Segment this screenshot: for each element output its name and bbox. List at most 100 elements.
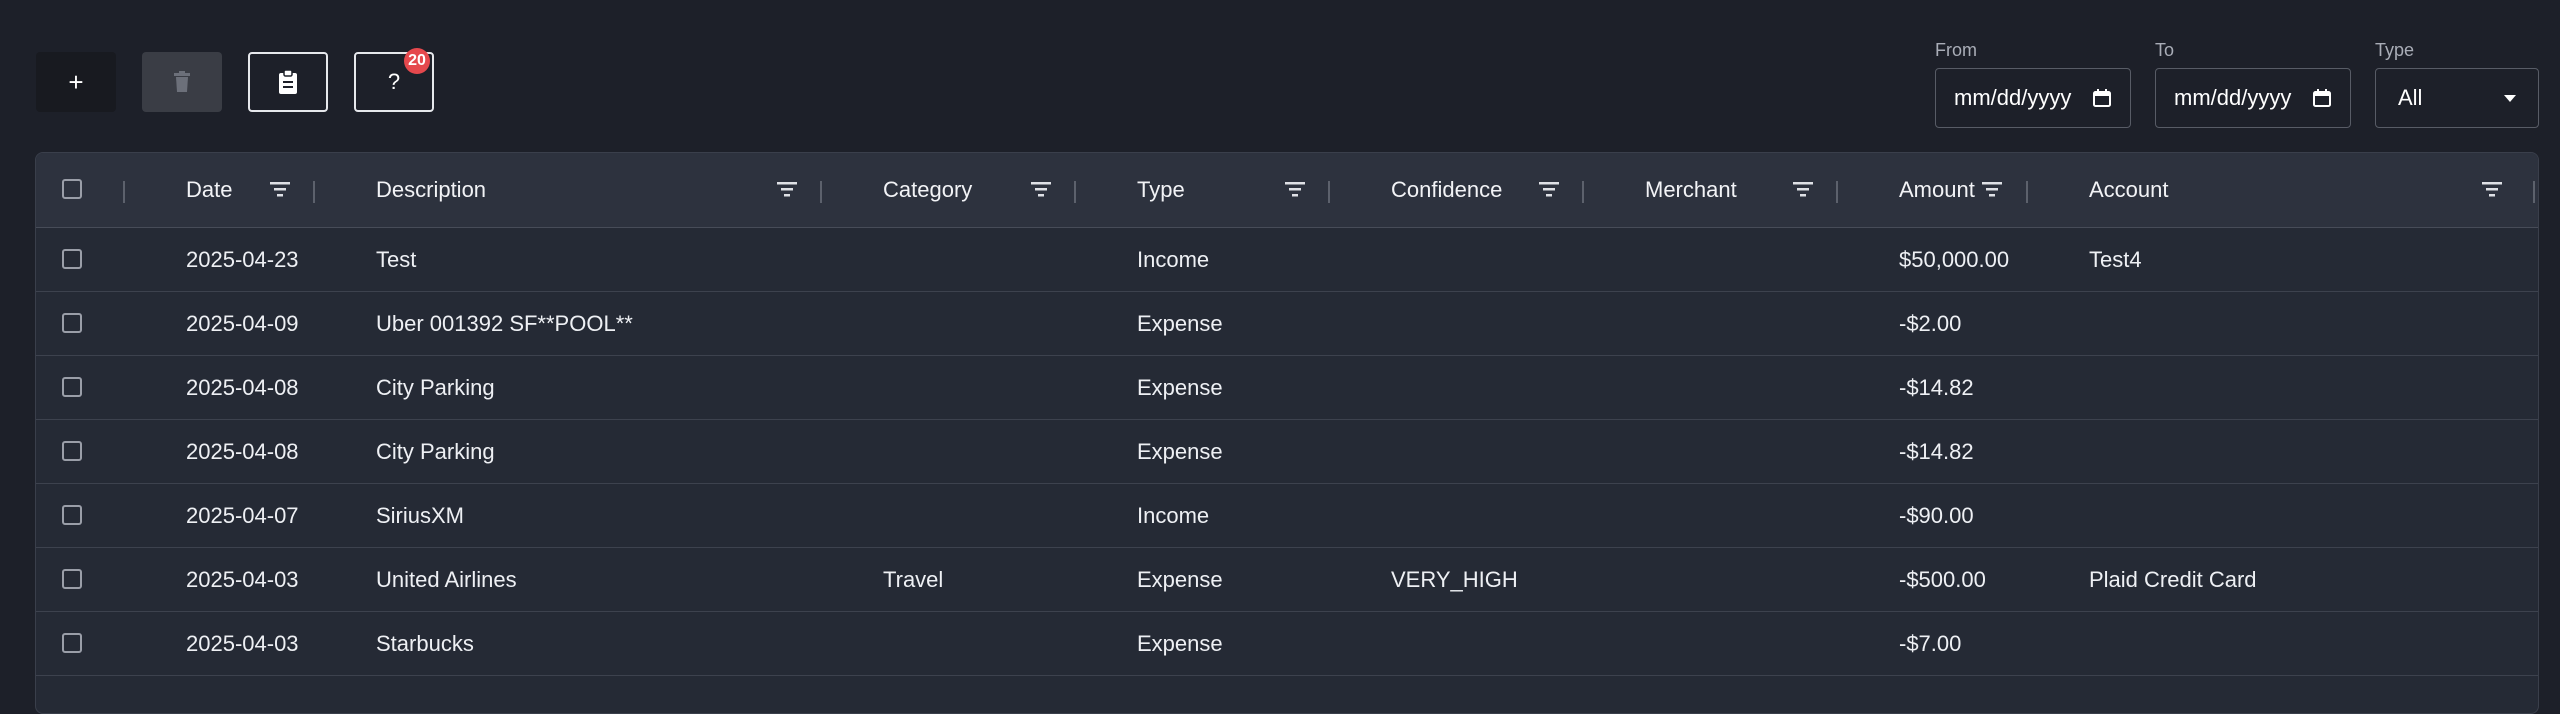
cell-description: United Airlines bbox=[376, 566, 517, 592]
filter-icon[interactable] bbox=[1284, 180, 1306, 200]
add-button[interactable]: + bbox=[36, 52, 116, 112]
cell-type: Income bbox=[1137, 502, 1210, 528]
cell-description: City Parking bbox=[376, 438, 495, 464]
clipboard-icon bbox=[279, 70, 297, 94]
table-row[interactable]: 2025-04-08 City Parking Expense -$14.82 bbox=[36, 356, 2538, 420]
cell-confidence: VERY_HIGH bbox=[1391, 566, 1518, 592]
select-all-checkbox[interactable] bbox=[62, 179, 82, 199]
filter-icon[interactable] bbox=[269, 180, 291, 200]
column-resize-handle[interactable] bbox=[1836, 181, 1838, 203]
cell-description: SiriusXM bbox=[376, 502, 465, 528]
cell-type: Income bbox=[1137, 246, 1210, 272]
table-row[interactable]: 2025-04-07 SiriusXM Income -$90.00 bbox=[36, 484, 2538, 548]
cell-type: Expense bbox=[1137, 630, 1223, 656]
notification-badge: 20 bbox=[404, 48, 430, 74]
column-resize-handle[interactable] bbox=[123, 181, 125, 203]
cell-type: Expense bbox=[1137, 374, 1223, 400]
column-resize-handle[interactable] bbox=[2533, 181, 2535, 203]
row-checkbox[interactable] bbox=[62, 504, 82, 525]
column-header-account[interactable]: Account bbox=[2089, 153, 2169, 227]
column-header-date[interactable]: Date bbox=[186, 153, 232, 227]
row-checkbox[interactable] bbox=[62, 568, 82, 589]
filter-icon[interactable] bbox=[776, 180, 798, 200]
clipboard-button[interactable] bbox=[248, 52, 328, 112]
table-row[interactable]: 2025-04-08 City Parking Expense -$14.82 bbox=[36, 420, 2538, 484]
type-select-value: All bbox=[2398, 85, 2423, 110]
cell-date: 2025-04-08 bbox=[186, 374, 299, 400]
cell-date: 2025-04-03 bbox=[186, 566, 299, 592]
calendar-icon[interactable] bbox=[2092, 88, 2112, 108]
column-resize-handle[interactable] bbox=[1074, 181, 1076, 203]
from-date-input[interactable]: mm/dd/yyyy bbox=[1935, 68, 2131, 128]
row-checkbox[interactable] bbox=[62, 376, 82, 397]
column-header-category[interactable]: Category bbox=[883, 153, 972, 227]
table-header: Date Description Category Type Confidence Mer… bbox=[36, 153, 2538, 228]
cell-date: 2025-04-08 bbox=[186, 438, 299, 464]
plus-icon: + bbox=[68, 66, 84, 97]
caret-down-icon bbox=[2504, 94, 2516, 102]
row-checkbox[interactable] bbox=[62, 440, 82, 461]
filter-icon[interactable] bbox=[1981, 180, 2003, 200]
cell-type: Expense bbox=[1137, 438, 1223, 464]
cell-account: Test4 bbox=[2089, 246, 2142, 272]
toolbar: + ? 20 bbox=[36, 48, 434, 112]
cell-amount: -$7.00 bbox=[1899, 630, 1962, 656]
to-date-placeholder: mm/dd/yyyy bbox=[2174, 85, 2292, 110]
delete-button[interactable] bbox=[142, 52, 222, 112]
row-checkbox[interactable] bbox=[62, 632, 82, 653]
trash-icon bbox=[174, 71, 190, 92]
column-resize-handle[interactable] bbox=[313, 181, 315, 203]
cell-date: 2025-04-23 bbox=[186, 246, 299, 272]
table-row[interactable]: 2025-04-03 Starbucks Expense -$7.00 bbox=[36, 612, 2538, 676]
row-checkbox[interactable] bbox=[62, 248, 82, 269]
table-body: 2025-04-23 Test Income $50,000.00 Test4 2025-… bbox=[36, 228, 2538, 676]
cell-category: Travel bbox=[883, 566, 944, 592]
column-header-confidence[interactable]: Confidence bbox=[1391, 153, 1502, 227]
cell-account: Plaid Credit Card bbox=[2089, 566, 2257, 592]
column-resize-handle[interactable] bbox=[1328, 181, 1330, 203]
help-button[interactable]: ? 20 bbox=[354, 48, 434, 112]
filter-bar: From mm/dd/yyyy To mm/dd/yyyy Type All bbox=[1935, 38, 2539, 128]
cell-amount: -$14.82 bbox=[1899, 374, 1974, 400]
type-label: Type bbox=[2375, 40, 2415, 60]
cell-amount: -$90.00 bbox=[1899, 502, 1974, 528]
cell-date: 2025-04-07 bbox=[186, 502, 299, 528]
cell-amount: $50,000.00 bbox=[1899, 246, 2010, 272]
cell-type: Expense bbox=[1137, 310, 1223, 336]
cell-type: Expense bbox=[1137, 566, 1223, 592]
calendar-icon[interactable] bbox=[2312, 88, 2332, 108]
filter-icon[interactable] bbox=[1792, 180, 1814, 200]
filter-icon[interactable] bbox=[1538, 180, 1560, 200]
from-date-placeholder: mm/dd/yyyy bbox=[1954, 85, 2072, 110]
table-row[interactable]: 2025-04-09 Uber 001392 SF**POOL** Expense -… bbox=[36, 292, 2538, 356]
from-filter: From mm/dd/yyyy bbox=[1935, 38, 2131, 128]
question-icon: ? bbox=[387, 69, 401, 94]
cell-date: 2025-04-03 bbox=[186, 630, 299, 656]
to-date-input[interactable]: mm/dd/yyyy bbox=[2155, 68, 2351, 128]
column-header-description[interactable]: Description bbox=[376, 153, 486, 227]
cell-amount: -$14.82 bbox=[1899, 438, 1974, 464]
row-checkbox[interactable] bbox=[62, 312, 82, 333]
column-header-type[interactable]: Type bbox=[1137, 153, 1185, 227]
table-row[interactable]: 2025-04-03 United Airlines Travel Expense VE… bbox=[36, 548, 2538, 612]
column-header-merchant[interactable]: Merchant bbox=[1645, 153, 1737, 227]
cell-amount: -$500.00 bbox=[1899, 566, 1986, 592]
cell-date: 2025-04-09 bbox=[186, 310, 299, 336]
cell-amount: -$2.00 bbox=[1899, 310, 1962, 336]
column-resize-handle[interactable] bbox=[820, 181, 822, 203]
column-resize-handle[interactable] bbox=[2026, 181, 2028, 203]
column-resize-handle[interactable] bbox=[1582, 181, 1584, 203]
filter-icon[interactable] bbox=[1030, 180, 1052, 200]
type-select[interactable]: All bbox=[2375, 68, 2539, 128]
filter-icon[interactable] bbox=[2481, 180, 2503, 200]
cell-description: Starbucks bbox=[376, 630, 474, 656]
cell-description: City Parking bbox=[376, 374, 495, 400]
to-filter: To mm/dd/yyyy bbox=[2155, 38, 2351, 128]
type-filter: Type All bbox=[2375, 38, 2539, 128]
table-row[interactable]: 2025-04-23 Test Income $50,000.00 Test4 bbox=[36, 228, 2538, 292]
to-label: To bbox=[2155, 40, 2175, 60]
column-header-amount[interactable]: Amount bbox=[1899, 153, 1975, 227]
cell-description: Test bbox=[376, 246, 417, 272]
cell-description: Uber 001392 SF**POOL** bbox=[376, 310, 633, 336]
transactions-table: Date Description Category Type Confidence Mer… bbox=[35, 152, 2539, 714]
